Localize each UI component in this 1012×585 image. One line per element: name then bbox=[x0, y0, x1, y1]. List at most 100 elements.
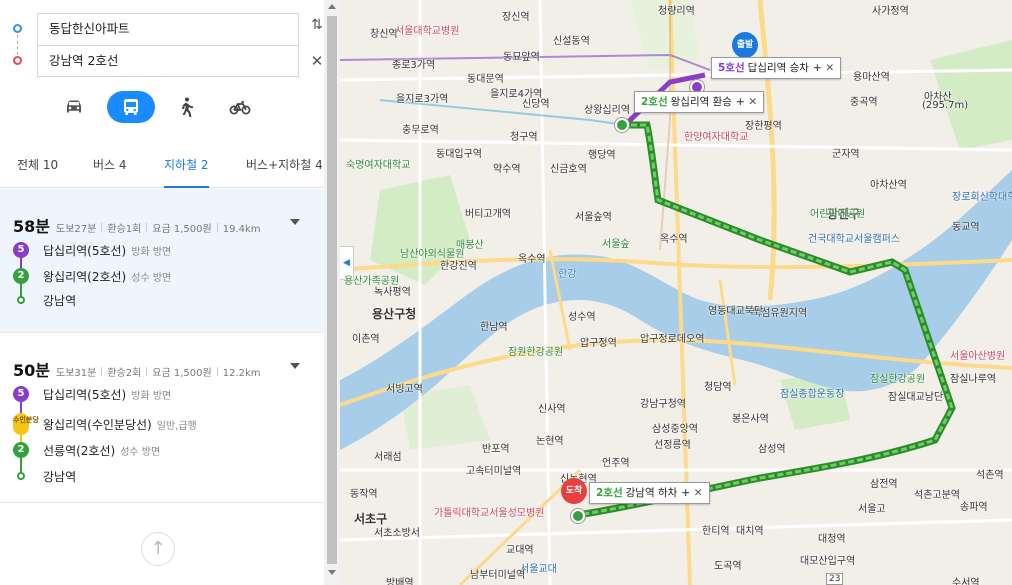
map-label: 서울고 bbox=[858, 504, 886, 515]
map-label: 동교역 bbox=[952, 222, 980, 233]
map-label: 청담역 bbox=[704, 382, 732, 393]
map-label: 잠실나루역 bbox=[950, 374, 996, 385]
map-label: 청량리역 bbox=[658, 6, 695, 17]
map-label: 한강진역 bbox=[440, 261, 477, 272]
step-station: 답십리역(5호선) bbox=[43, 387, 127, 402]
arrival-callout[interactable]: 2호선 강남역 하차 + ✕ bbox=[589, 482, 710, 504]
arrival-dot-icon bbox=[17, 296, 25, 304]
map-label: 대모산입구역 bbox=[800, 556, 856, 567]
map-label: 아차산역 bbox=[870, 180, 907, 191]
map-label: 건국대학교서울캠퍼스 bbox=[808, 234, 900, 245]
step-direction: 성수 방면 bbox=[131, 272, 172, 284]
tab-subway[interactable]: 지하철 2 bbox=[164, 150, 209, 188]
car-mode-button[interactable] bbox=[52, 91, 96, 123]
map-label: 신사역 bbox=[538, 404, 566, 415]
boarding-callout[interactable]: 5호선 답십리역 승차 + ✕ bbox=[711, 57, 842, 79]
transfer-callout[interactable]: 2호선 왕십리역 환승 + ✕ bbox=[634, 91, 765, 113]
map-label: 한양여자대학교 bbox=[684, 132, 749, 143]
map-label: 녹사평역 bbox=[374, 287, 411, 298]
route-step: 5 답십리역(5호선) 방화 방면 bbox=[13, 241, 171, 259]
route-option-2[interactable]: 50분 도보31분 환승2회 요금 1,500원 12.2km 5 답십리역(5… bbox=[0, 333, 324, 503]
expand-chevron-icon[interactable] bbox=[290, 363, 300, 369]
route-time: 50분 bbox=[13, 361, 50, 380]
district-label: 서초구 bbox=[354, 512, 388, 526]
step-station: 왕십리역(2호선) bbox=[43, 269, 127, 284]
transport-modes bbox=[0, 91, 340, 125]
map-view[interactable]: ◀ 장신역 청량리역 사가정역 창신역 서울대학교병원 종로3가역 신설동역 동… bbox=[340, 0, 1012, 585]
transit-mode-button[interactable] bbox=[107, 91, 155, 123]
scroll-up-arrow-icon[interactable] bbox=[328, 4, 336, 9]
map-label: 충무로역 bbox=[402, 125, 439, 136]
scroll-thumb[interactable] bbox=[327, 16, 337, 564]
map-label: 삼성역 bbox=[758, 444, 786, 455]
map-label: 약수역 bbox=[493, 164, 521, 175]
map-label: 동작역 bbox=[350, 489, 378, 500]
map-label: 서울숲역 bbox=[575, 212, 612, 223]
origin-input[interactable]: 동답한신아파트 bbox=[37, 13, 299, 45]
map-label: 삼전역 bbox=[870, 479, 898, 490]
route-summary: 50분 도보31분 환승2회 요금 1,500원 12.2km bbox=[13, 357, 261, 380]
map-label: 장한평역 bbox=[745, 121, 782, 132]
map-label: 신설동역 bbox=[553, 36, 590, 47]
route-option-1[interactable]: 58분 도보27분 환승1회 요금 1,500원 19.4km 5 답십리역(5… bbox=[0, 189, 324, 333]
map-label: 고속터미널역 bbox=[466, 466, 522, 477]
bike-icon bbox=[229, 101, 251, 115]
map-label: 한남역 bbox=[480, 322, 508, 333]
callout-actions[interactable]: + ✕ bbox=[681, 487, 702, 499]
panel-scrollbar[interactable] bbox=[324, 0, 340, 585]
map-label: 대치역 bbox=[736, 526, 764, 537]
callout-actions[interactable]: + ✕ bbox=[736, 96, 757, 108]
route-fare: 요금 1,500원 bbox=[152, 224, 212, 235]
map-label: 어린이대공원 bbox=[810, 209, 866, 220]
app: 동답한신아파트 강남역 2호선 ⇅ ✕ 전체 10 버스 4 지하철 2 버스+… bbox=[0, 0, 1012, 585]
map-label: 버티고개역 bbox=[465, 209, 511, 220]
map-label: 강남구청역 bbox=[640, 399, 686, 410]
tab-bus-subway[interactable]: 버스+지하철 4 bbox=[246, 150, 323, 188]
map-label: 서울교대 bbox=[520, 564, 557, 575]
map-label: 봉은사역 bbox=[732, 414, 769, 425]
map-label: 을지로4가역 bbox=[490, 89, 543, 100]
map-label: 삼성중앙역 bbox=[652, 424, 698, 435]
step-station: 선릉역(2호선) bbox=[43, 443, 116, 458]
route-connector bbox=[17, 35, 18, 55]
arrival-station-icon[interactable] bbox=[571, 509, 585, 523]
callout-actions[interactable]: + ✕ bbox=[813, 62, 834, 74]
map-label: 청구역 bbox=[510, 132, 538, 143]
route-list: 58분 도보27분 환승1회 요금 1,500원 19.4km 5 답십리역(5… bbox=[0, 189, 324, 585]
line-5-badge-icon: 5 bbox=[13, 242, 29, 258]
tab-all[interactable]: 전체 10 bbox=[17, 150, 58, 188]
scroll-top-button[interactable]: ↑ bbox=[141, 532, 175, 566]
car-icon bbox=[67, 100, 81, 113]
bike-mode-button[interactable] bbox=[218, 91, 262, 123]
map-label: 을지로3가역 bbox=[396, 94, 449, 105]
destination-input[interactable]: 강남역 2호선 bbox=[37, 45, 299, 77]
map-label: 잠실대교남단 bbox=[888, 392, 944, 403]
step-direction: 성수 방면 bbox=[120, 446, 161, 458]
map-label: 송파역 bbox=[960, 502, 988, 513]
map-label: 서울아산병원 bbox=[950, 351, 1006, 362]
map-label: 석촌역 bbox=[976, 470, 1004, 481]
clear-icon[interactable]: ✕ bbox=[310, 52, 324, 70]
map-label: 창신역 bbox=[370, 29, 398, 40]
transfer-station-icon[interactable] bbox=[615, 118, 629, 132]
swap-icon[interactable]: ⇅ bbox=[310, 16, 324, 34]
map-label: 석촌고분역 bbox=[914, 490, 960, 501]
bus-icon bbox=[124, 99, 138, 115]
line-2-badge-icon: 2 bbox=[13, 268, 29, 284]
route-step: 5 답십리역(5호선) 방화 방면 bbox=[13, 385, 171, 403]
map-label: 옥수역 bbox=[518, 254, 546, 265]
map-label: 수서역 bbox=[952, 578, 980, 585]
walk-mode-button[interactable] bbox=[164, 91, 208, 123]
scroll-down-arrow-icon[interactable] bbox=[328, 570, 336, 575]
map-label: 언주역 bbox=[602, 458, 630, 469]
end-marker[interactable]: 도착 bbox=[561, 478, 587, 504]
map-label: 남부터미널역 bbox=[470, 570, 526, 581]
river-label: 한강 bbox=[558, 269, 577, 280]
map-label: 행당역 bbox=[588, 150, 616, 161]
walk-icon bbox=[182, 97, 193, 117]
tab-bus[interactable]: 버스 4 bbox=[93, 150, 127, 188]
route-step: 강남역 bbox=[13, 291, 76, 309]
start-marker[interactable]: 출발 bbox=[732, 32, 758, 58]
map-label: 동묘앞역 bbox=[503, 52, 540, 63]
expand-chevron-icon[interactable] bbox=[290, 219, 300, 225]
